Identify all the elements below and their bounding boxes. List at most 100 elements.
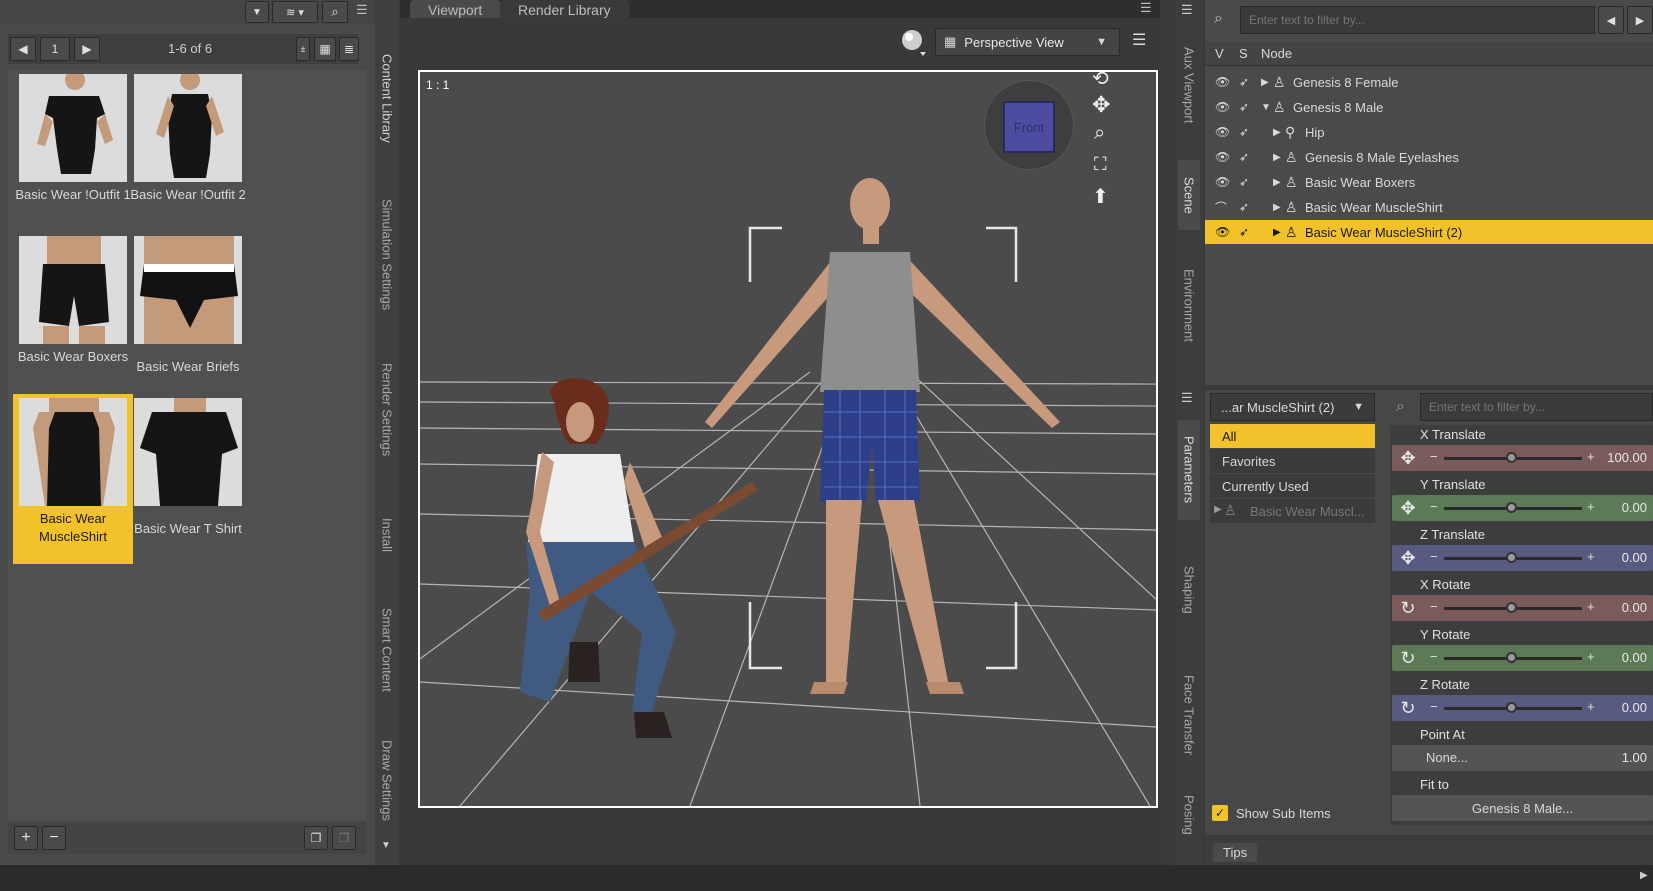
tab-viewport[interactable]: Viewport: [410, 0, 501, 18]
prev-page-button[interactable]: ◀: [10, 37, 36, 61]
list-view-icon[interactable]: ≣: [339, 37, 359, 61]
property-slider[interactable]: Y Translate ✥ − +0.00: [1390, 475, 1653, 525]
expand-arrow-icon[interactable]: ▶: [1640, 870, 1648, 881]
scene-node-row[interactable]: 👁 ➶ ▶ ♙ Basic Wear Boxers: [1205, 170, 1653, 194]
visible-column-header[interactable]: V: [1215, 46, 1224, 61]
decrement-button[interactable]: −: [1430, 599, 1438, 614]
library-item[interactable]: Basic Wear Briefs: [128, 232, 248, 402]
point-at-number[interactable]: 1.00: [1622, 750, 1647, 765]
library-item[interactable]: Basic Wear !Outfit 1: [13, 70, 133, 240]
tab-simulation-settings[interactable]: Simulation Settings: [376, 180, 398, 330]
slider-bar[interactable]: ✥ − +100.00: [1392, 445, 1653, 471]
library-item[interactable]: Basic Wear !Outfit 2: [128, 70, 248, 240]
expand-arrow-icon[interactable]: ▶: [1273, 127, 1281, 138]
fit-to-value[interactable]: Genesis 8 Male...: [1472, 801, 1573, 816]
scene-node-row[interactable]: 👁 ➶ ▶ ♙ Genesis 8 Female: [1205, 70, 1653, 94]
eye-icon[interactable]: 👁: [1215, 100, 1230, 114]
database-icon[interactable]: ≋ ▾: [272, 1, 318, 23]
increment-button[interactable]: +: [1587, 699, 1595, 714]
slider-knob[interactable]: [1506, 552, 1517, 563]
viewport-options-icon[interactable]: ☰: [1132, 30, 1146, 50]
increment-button[interactable]: +: [1587, 649, 1595, 664]
property-value[interactable]: 0.00: [1622, 700, 1647, 715]
node-column-header[interactable]: Node: [1261, 46, 1292, 61]
next-page-button[interactable]: ▶: [74, 37, 100, 61]
search-icon[interactable]: ⌕: [322, 1, 348, 23]
tab-scene[interactable]: Scene: [1178, 160, 1200, 230]
scene-filter-input[interactable]: [1240, 6, 1595, 34]
decrement-button[interactable]: −: [1430, 649, 1438, 664]
pan-icon[interactable]: ✥: [1092, 92, 1110, 118]
property-slider[interactable]: X Translate ✥ − +100.00: [1390, 425, 1653, 475]
category-currently-used[interactable]: Currently Used: [1210, 474, 1375, 498]
tab-parameters[interactable]: Parameters: [1178, 420, 1200, 520]
scene-node-row[interactable]: ⌒ ➶ ▶ ♙ Basic Wear MuscleShirt: [1205, 195, 1653, 219]
select-arrow-icon[interactable]: ➶: [1239, 200, 1249, 214]
view-cube-face[interactable]: Front: [1003, 101, 1055, 153]
remove-button[interactable]: −: [42, 826, 66, 850]
scene-node-row[interactable]: 👁 ➶ ▼ ♙ Genesis 8 Male: [1205, 95, 1653, 119]
eye-icon[interactable]: 👁: [1215, 150, 1230, 164]
zoom-icon[interactable]: ⌕: [1094, 122, 1105, 145]
slider-bar[interactable]: ✥ − +0.00: [1392, 495, 1653, 521]
tab-install[interactable]: Install: [376, 500, 398, 570]
increment-button[interactable]: +: [1587, 599, 1595, 614]
paste-icon[interactable]: ❐: [332, 826, 356, 850]
tab-content-library[interactable]: Content Library: [376, 28, 398, 168]
decrement-button[interactable]: −: [1430, 449, 1438, 464]
select-arrow-icon[interactable]: ➶: [1239, 175, 1249, 189]
expand-arrow-icon[interactable]: ▶: [1273, 202, 1281, 213]
back-arrow-icon[interactable]: ◀: [1598, 6, 1624, 34]
eye-icon[interactable]: 👁: [1215, 125, 1230, 139]
slider-bar[interactable]: ✥ − +0.00: [1392, 545, 1653, 571]
select-arrow-icon[interactable]: ➶: [1239, 125, 1249, 139]
panel-menu-icon[interactable]: ☰: [1140, 0, 1152, 16]
point-at-selector[interactable]: None... 1.00: [1392, 745, 1653, 771]
slider-knob[interactable]: [1506, 602, 1517, 613]
reset-view-icon[interactable]: ⬆: [1092, 184, 1109, 209]
copy-icon[interactable]: ❐: [304, 826, 328, 850]
show-sub-items-checkbox[interactable]: ✓ Show Sub Items: [1212, 805, 1331, 821]
property-fit-to[interactable]: Fit to Genesis 8 Male...: [1390, 775, 1653, 825]
slider-knob[interactable]: [1506, 502, 1517, 513]
select-arrow-icon[interactable]: ➶: [1239, 225, 1249, 239]
decrement-button[interactable]: −: [1430, 549, 1438, 564]
property-slider[interactable]: Z Translate ✥ − +0.00: [1390, 525, 1653, 575]
category-favorites[interactable]: Favorites: [1210, 449, 1375, 473]
select-arrow-icon[interactable]: ➶: [1239, 75, 1249, 89]
panel-menu-icon[interactable]: ☰: [1181, 390, 1193, 406]
expand-arrow-icon[interactable]: ▶: [1261, 77, 1269, 88]
tab-face-transfer[interactable]: Face Transfer: [1178, 660, 1200, 770]
tab-render-library[interactable]: Render Library: [500, 0, 629, 18]
node-selector[interactable]: ...ar MuscleShirt (2) ▼: [1210, 393, 1375, 421]
view-cube[interactable]: Front: [984, 80, 1074, 170]
tab-render-settings[interactable]: Render Settings: [376, 345, 398, 475]
library-item[interactable]: Basic Wear Boxers: [13, 232, 133, 402]
view-selector[interactable]: ▦ Perspective View ▼: [935, 28, 1120, 56]
decrement-button[interactable]: −: [1430, 499, 1438, 514]
category-all[interactable]: All: [1210, 424, 1375, 448]
property-slider[interactable]: Z Rotate ↻ − +0.00: [1390, 675, 1653, 725]
eye-closed-icon[interactable]: ⌒: [1215, 199, 1227, 216]
expand-arrow-icon[interactable]: ▶: [1214, 504, 1222, 515]
select-arrow-icon[interactable]: ➶: [1239, 150, 1249, 164]
tab-draw-settings[interactable]: Draw Settings: [376, 730, 398, 830]
frame-icon[interactable]: ⛶: [1094, 154, 1107, 175]
slider-knob[interactable]: [1506, 452, 1517, 463]
tab-environment[interactable]: Environment: [1178, 250, 1200, 360]
scroll-down-icon[interactable]: ▼: [381, 840, 391, 851]
point-at-value[interactable]: None...: [1426, 750, 1468, 765]
add-button[interactable]: +: [14, 826, 38, 850]
eye-icon[interactable]: 👁: [1215, 225, 1230, 239]
parameters-filter-input[interactable]: [1420, 393, 1653, 421]
collapse-arrow-icon[interactable]: ▼: [1261, 102, 1271, 113]
tab-smart-content[interactable]: Smart Content: [376, 595, 398, 705]
tab-tips[interactable]: Tips: [1213, 843, 1258, 862]
slider-bar[interactable]: ↻ − +0.00: [1392, 595, 1653, 621]
scene-node-row[interactable]: 👁 ➶ ▶ ♙ Genesis 8 Male Eyelashes: [1205, 145, 1653, 169]
property-value[interactable]: 0.00: [1622, 650, 1647, 665]
select-arrow-icon[interactable]: ➶: [1239, 100, 1249, 114]
slider-knob[interactable]: [1506, 652, 1517, 663]
tab-posing[interactable]: Posing: [1178, 795, 1200, 835]
viewport-canvas[interactable]: 1 : 1 Front ⟲ ✥ ⌕ ⛶ ⬆: [418, 70, 1158, 808]
